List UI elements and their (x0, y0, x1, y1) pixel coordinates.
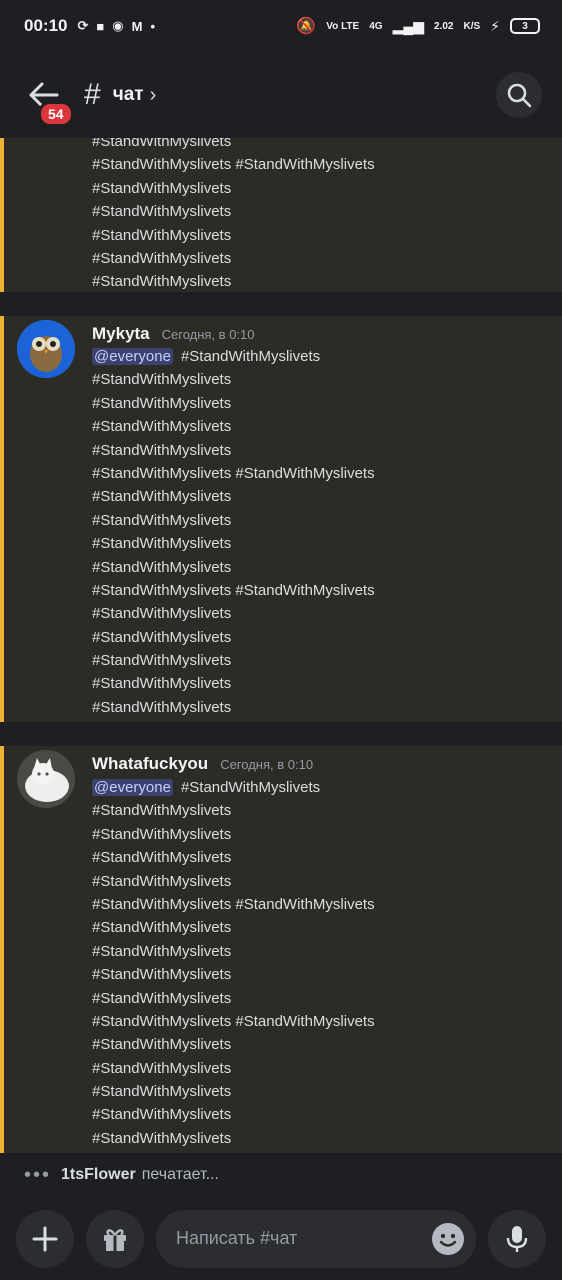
message-line: #StandWithMyslivets (92, 511, 232, 529)
message-line: #StandWithMyslivets (92, 226, 232, 244)
message-line: #StandWithMyslivets (92, 418, 232, 436)
message-input[interactable]: Написать #чат (156, 1209, 476, 1268)
message-line: #StandWithMyslivets (92, 849, 232, 867)
back-button[interactable]: 54 (24, 75, 74, 127)
message-line: #StandWithMyslivets (92, 441, 232, 459)
avatar[interactable] (17, 750, 75, 808)
avatar[interactable] (17, 320, 75, 378)
typing-indicator: ••• 1tsFlower печатает... (0, 1153, 562, 1197)
message-line: #StandWithMyslivets (92, 273, 232, 291)
unread-badge: 54 (38, 101, 74, 127)
plus-icon (32, 1226, 58, 1251)
discord-icon: ◉ (112, 18, 124, 33)
microphone-icon (506, 1225, 528, 1252)
message-author[interactable]: Whatafuckyou (92, 754, 208, 774)
message-line: #StandWithMyslivets (92, 628, 232, 646)
message-line: #StandWithMyslivets (92, 966, 232, 984)
message-line: #StandWithMyslivets (92, 652, 232, 670)
charging-icon: ⚡ (490, 17, 500, 34)
hash-icon: # (84, 78, 101, 111)
message-line: #StandWithMyslivets (180, 348, 321, 365)
add-attachment-button[interactable] (16, 1209, 74, 1268)
message-line: #StandWithMyslivets (92, 1083, 232, 1101)
message-line: #StandWithMyslivets (92, 919, 232, 937)
message-line: #StandWithMyslivets (92, 203, 232, 221)
chevron-right-icon[interactable]: › (150, 84, 157, 107)
search-button[interactable] (496, 72, 542, 118)
mention-everyone[interactable]: @everyone (92, 348, 173, 365)
message-item[interactable]: Mykyta Сегодня, в 0:10 @everyone #StandWi… (0, 316, 562, 722)
message-line: #StandWithMyslivets (92, 1059, 232, 1077)
message-line: #StandWithMyslivets (92, 605, 232, 623)
speed-unit: K/S (463, 20, 481, 32)
lte-indicator: Vo LTE (326, 20, 360, 32)
message-line: #StandWithMyslivets (92, 1129, 232, 1147)
mail-icon: M (131, 18, 143, 34)
search-icon (507, 83, 532, 108)
message-line: #StandWithMyslivets (92, 249, 232, 267)
message-line: #StandWithMyslivets #StandWithMyslivets (92, 156, 375, 174)
message-line: #StandWithMyslivets (92, 802, 232, 820)
message-line: #StandWithMyslivets (92, 394, 232, 412)
gift-button[interactable] (86, 1209, 144, 1268)
message-line: #StandWithMyslivets #StandWithMyslivets (92, 464, 375, 482)
channel-name[interactable]: чат (113, 84, 144, 106)
message-line: #StandWithMyslivets (92, 698, 232, 716)
sync-icon: ⟳ (77, 18, 89, 33)
clock: 00:10 (24, 16, 68, 35)
message-item[interactable]: #StandWithMyslivets #StandWithMyslivets … (0, 138, 562, 292)
network-type: 4G (369, 20, 383, 32)
message-line: #StandWithMyslivets (92, 675, 232, 693)
message-line: #StandWithMyslivets (92, 1036, 232, 1054)
message-line: #StandWithMyslivets (92, 1106, 232, 1124)
message-line: #StandWithMyslivets (92, 179, 232, 197)
message-input-placeholder: Написать #чат (176, 1228, 298, 1248)
speed-value: 2.02 (434, 20, 454, 32)
channel-header: 54 # чат › (0, 52, 562, 138)
status-bar: 00:10 ⟳ ■ ◉ M • 🔕 Vo LTE 4G ▂▄▆ 2.02 K/S… (0, 0, 562, 52)
mute-icon: 🔕 (296, 18, 317, 35)
dot-icon: • (150, 18, 155, 34)
signal-icon: ▂▄▆ (392, 17, 425, 34)
message-line: #StandWithMyslivets (92, 942, 232, 960)
message-line: #StandWithMyslivets (92, 371, 232, 389)
message-author[interactable]: Mykyta (92, 324, 150, 344)
message-timestamp: Сегодня, в 0:10 (220, 757, 314, 772)
message-line: #StandWithMyslivets (92, 535, 232, 553)
typing-dots-icon: ••• (24, 1163, 52, 1186)
battery-icon: 3 (510, 18, 540, 34)
voice-message-button[interactable] (488, 1209, 546, 1268)
mention-everyone[interactable]: @everyone (92, 779, 173, 796)
typing-text: печатает... (141, 1166, 219, 1183)
emoji-icon[interactable] (432, 1222, 464, 1255)
message-composer: Написать #чат (0, 1197, 562, 1280)
message-line: #StandWithMyslivets #StandWithMyslivets (92, 581, 375, 599)
message-line: #StandWithMyslivets (92, 825, 232, 843)
message-line: #StandWithMyslivets (92, 872, 232, 890)
owl-avatar-icon (17, 320, 75, 378)
message-line: #StandWithMyslivets (92, 989, 232, 1007)
square-notification-icon: ■ (96, 18, 105, 34)
message-line: #StandWithMyslivets #StandWithMyslivets (92, 1012, 375, 1030)
message-line: #StandWithMyslivets (92, 138, 232, 150)
message-item[interactable]: Whatafuckyou Сегодня, в 0:10 @everyone #S… (0, 746, 562, 1153)
gift-icon (104, 1228, 126, 1251)
message-line: #StandWithMyslivets #StandWithMyslivets (92, 895, 375, 913)
message-line: #StandWithMyslivets (92, 558, 232, 576)
typing-user: 1tsFlower (61, 1166, 136, 1183)
cat-avatar-icon (17, 750, 75, 808)
message-line: #StandWithMyslivets (180, 779, 321, 796)
message-list[interactable]: #StandWithMyslivets #StandWithMyslivets … (0, 138, 562, 1153)
message-timestamp: Сегодня, в 0:10 (161, 327, 255, 342)
message-line: #StandWithMyslivets (92, 488, 232, 506)
